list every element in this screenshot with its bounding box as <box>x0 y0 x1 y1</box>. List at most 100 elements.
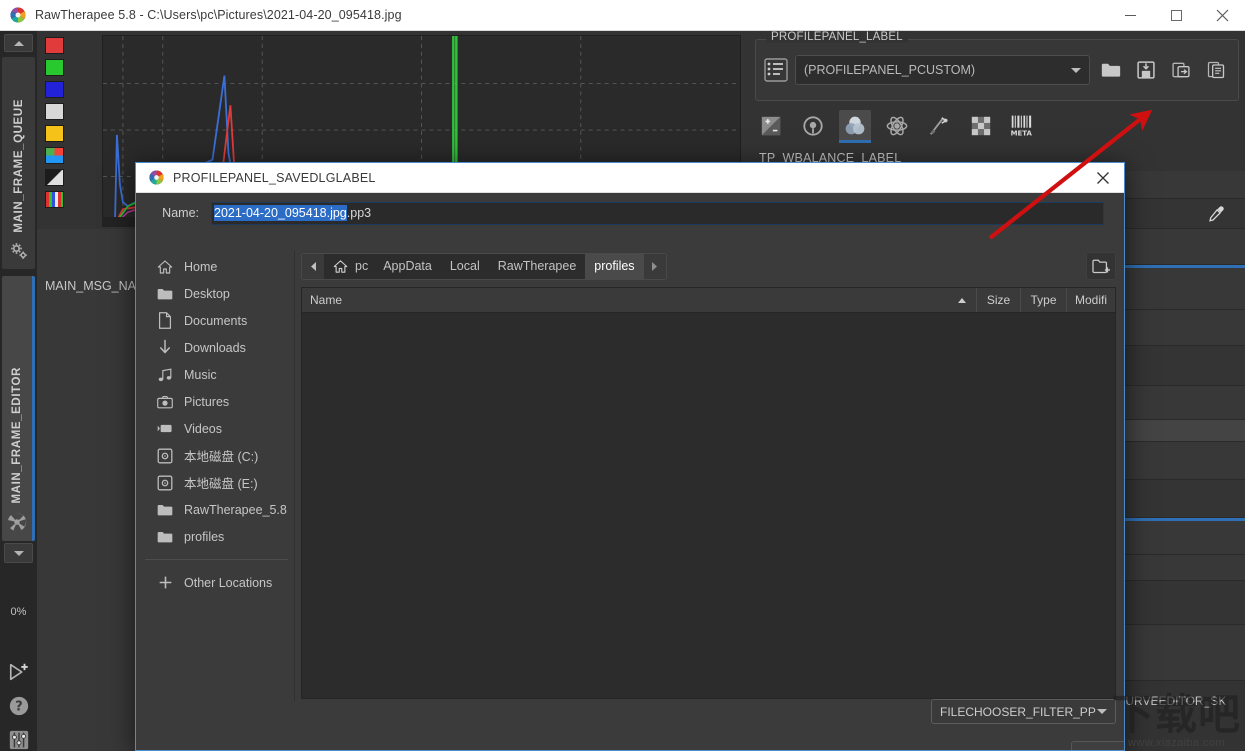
place-label: Pictures <box>184 394 230 409</box>
folder-icon <box>157 286 173 302</box>
file-filter-select[interactable]: FILECHOOSER_FILTER_PP <box>931 699 1116 724</box>
rawtherapee-logo-icon <box>10 7 26 23</box>
cancel-button[interactable]: Cancel <box>1071 741 1124 750</box>
paste-profile-button[interactable] <box>1202 55 1230 85</box>
eyedropper-icon[interactable] <box>1207 205 1225 223</box>
sidebar-item-queue[interactable]: MAIN_FRAME_QUEUE <box>2 57 35 269</box>
gear-icon <box>10 243 27 259</box>
create-folder-button[interactable] <box>1086 252 1116 280</box>
place-profiles[interactable]: profiles <box>145 523 294 550</box>
dialog-close-button[interactable] <box>1082 163 1124 192</box>
tab-detail[interactable] <box>797 110 829 142</box>
breadcrumb-item-profiles[interactable]: profiles <box>585 253 644 279</box>
chevron-up-icon <box>13 40 24 46</box>
column-header-type[interactable]: Type <box>1021 288 1067 312</box>
window-close-button[interactable] <box>1199 0 1245 30</box>
new-folder-icon <box>1091 259 1110 273</box>
column-header-modified[interactable]: Modifi <box>1067 288 1115 312</box>
gradient-toggle[interactable] <box>45 169 64 186</box>
histogram-channel-toggles <box>45 37 69 208</box>
tab-exposure[interactable] <box>755 110 787 142</box>
save-disk-icon <box>1137 61 1155 79</box>
tab-raw[interactable] <box>965 110 997 142</box>
dialog-titlebar: PROFILEPANEL_SAVEDLGLABEL <box>136 163 1124 193</box>
blue-channel-toggle[interactable] <box>45 81 64 98</box>
chromaticity-toggle[interactable] <box>45 125 64 142</box>
send-to-queue-icon[interactable] <box>8 661 30 683</box>
tab-advanced[interactable] <box>881 110 913 142</box>
editor-tab-label: MAIN_FRAME_EDITOR <box>11 366 23 504</box>
home-icon <box>157 259 173 275</box>
red-channel-toggle[interactable] <box>45 37 64 54</box>
file-list[interactable]: Name Size Type Modifi <box>301 287 1116 699</box>
window-titlebar: RawTherapee 5.8 - C:\Users\pc\Pictures\2… <box>0 0 1245 31</box>
dialog-title: PROFILEPANEL_SAVEDLGLABEL <box>173 170 376 185</box>
profile-list-icon[interactable] <box>764 57 788 83</box>
sort-ascending-icon <box>958 297 966 303</box>
drive-icon <box>157 448 173 464</box>
maximize-icon <box>1170 9 1182 21</box>
profile-select[interactable]: (PROFILEPANEL_PCUSTOM) <box>795 55 1090 85</box>
place-downloads[interactable]: Downloads <box>145 334 294 361</box>
place-label: Videos <box>184 421 222 436</box>
place-music[interactable]: Music <box>145 361 294 388</box>
place-pictures[interactable]: Pictures <box>145 388 294 415</box>
dialog-button-row: Cancel Save <box>301 741 1124 750</box>
profile-panel: PROFILEPANEL_LABEL (PROFILEPANEL_PCUSTOM… <box>755 31 1239 101</box>
window-maximize-button[interactable] <box>1153 0 1199 30</box>
help-icon[interactable]: ? <box>8 695 30 717</box>
file-list-header: Name Size Type Modifi <box>302 288 1115 313</box>
luminance-toggle[interactable] <box>45 103 64 120</box>
breadcrumb-item-rawtherapee[interactable]: RawTherapee <box>489 254 586 279</box>
tab-metadata[interactable]: META <box>1007 110 1039 142</box>
breadcrumb-forward-button[interactable] <box>643 253 666 279</box>
tool-tab-strip: META <box>755 109 1239 143</box>
save-profile-button[interactable] <box>1132 55 1160 85</box>
breadcrumb-item-pc[interactable]: pc <box>324 254 374 279</box>
place-documents[interactable]: Documents <box>145 307 294 334</box>
copy-profile-button[interactable] <box>1167 55 1195 85</box>
place-videos[interactable]: Videos <box>145 415 294 442</box>
column-label: Name <box>310 293 343 307</box>
tab-transform[interactable] <box>923 110 955 142</box>
chevron-down-icon <box>1071 67 1081 73</box>
rail-scroll-up-button[interactable] <box>4 34 33 52</box>
application-window: RawTherapee 5.8 - C:\Users\pc\Pictures\2… <box>0 0 1245 751</box>
place-drive-c[interactable]: 本地磁盘 (C:) <box>145 442 294 469</box>
close-icon <box>1216 9 1228 21</box>
document-icon <box>157 312 173 329</box>
file-list-rows[interactable] <box>302 313 1115 699</box>
tab-color[interactable] <box>839 110 871 143</box>
column-header-name[interactable]: Name <box>302 288 977 312</box>
dialog-main: Home Desktop Documents Downloads Music P… <box>136 233 1124 750</box>
place-label: 本地磁盘 (C:) <box>184 450 259 464</box>
exposure-icon <box>761 116 781 136</box>
breadcrumb-item-local[interactable]: Local <box>441 254 489 279</box>
breadcrumb-back-button[interactable] <box>302 253 324 279</box>
raw-bars-toggle[interactable] <box>45 191 64 208</box>
filename-input[interactable]: 2021-04-20_095418.jpg .pp3 <box>211 201 1104 225</box>
place-label: 本地磁盘 (E:) <box>184 477 258 491</box>
place-home[interactable]: Home <box>145 253 294 280</box>
camera-icon <box>157 394 173 410</box>
filename-selected-text: 2021-04-20_095418.jpg <box>214 205 347 221</box>
rgb-quad-toggle[interactable] <box>45 147 64 164</box>
green-channel-toggle[interactable] <box>45 59 64 76</box>
preferences-icon[interactable] <box>8 729 30 751</box>
place-rawtherapee[interactable]: RawTherapee_5.8 <box>145 496 294 523</box>
breadcrumb-item-appdata[interactable]: AppData <box>374 254 441 279</box>
main-message-label: MAIN_MSG_NA <box>45 279 136 293</box>
window-minimize-button[interactable] <box>1107 0 1153 30</box>
music-note-icon <box>157 367 173 383</box>
place-other-locations[interactable]: Other Locations <box>145 569 294 596</box>
place-desktop[interactable]: Desktop <box>145 280 294 307</box>
rail-scroll-down-button[interactable] <box>4 543 33 563</box>
sidebar-item-editor[interactable]: MAIN_FRAME_EDITOR <box>2 276 35 541</box>
video-icon <box>157 421 173 437</box>
column-header-size[interactable]: Size <box>977 288 1021 312</box>
load-profile-button[interactable] <box>1097 55 1125 85</box>
chevron-left-icon <box>310 261 316 271</box>
place-drive-e[interactable]: 本地磁盘 (E:) <box>145 469 294 496</box>
left-tab-rail: MAIN_FRAME_QUEUE MAIN_FRAME_EDITOR 0% ? <box>0 31 37 751</box>
chevron-right-icon <box>652 261 658 271</box>
